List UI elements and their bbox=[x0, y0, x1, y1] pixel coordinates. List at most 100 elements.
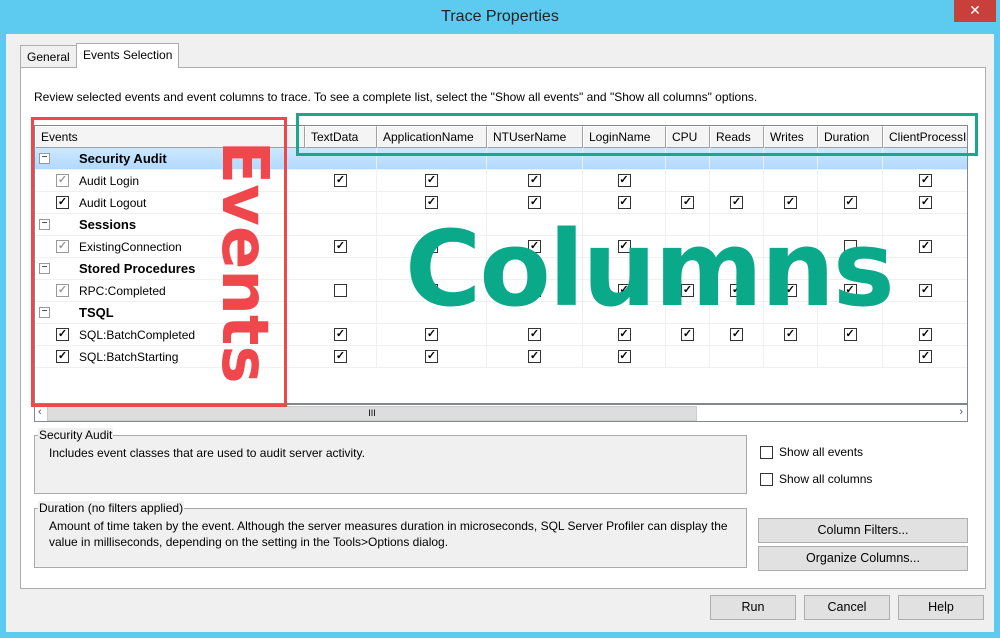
tab-general[interactable]: General bbox=[20, 45, 77, 67]
column-header-clientprocessi[interactable]: ClientProcessI bbox=[883, 126, 967, 148]
event-label: Audit Logout bbox=[79, 196, 147, 210]
show-all-columns-checkbox[interactable]: Show all columns bbox=[760, 472, 873, 487]
event-description-text: Includes event classes that are used to … bbox=[49, 446, 365, 460]
grid-cell bbox=[305, 214, 377, 236]
grid-cell: ✓ bbox=[583, 346, 666, 368]
event-checkbox[interactable]: ✓ bbox=[56, 284, 69, 297]
grid-cell: ✓ bbox=[883, 236, 967, 258]
column-checkbox[interactable]: ✓ bbox=[334, 328, 347, 341]
grid-cell: ✓ bbox=[883, 170, 967, 192]
column-header-cpu[interactable]: CPU bbox=[666, 126, 710, 148]
grid-cell: ✓ bbox=[487, 346, 583, 368]
grid-cell bbox=[666, 170, 710, 192]
column-checkbox[interactable]: ✓ bbox=[528, 174, 541, 187]
column-checkbox[interactable]: ✓ bbox=[425, 350, 438, 363]
column-checkbox[interactable]: ✓ bbox=[919, 350, 932, 363]
event-label: Audit Login bbox=[79, 174, 140, 188]
close-icon: ✕ bbox=[969, 2, 981, 18]
column-checkbox[interactable]: ✓ bbox=[334, 240, 347, 253]
help-button[interactable]: Help bbox=[898, 595, 984, 620]
event-checkbox[interactable]: ✓ bbox=[56, 328, 69, 341]
run-button[interactable]: Run bbox=[710, 595, 796, 620]
column-header-applicationname[interactable]: ApplicationName bbox=[377, 126, 487, 148]
column-description-group: Duration (no filters applied) Amount of … bbox=[34, 501, 747, 568]
collapse-icon[interactable]: − bbox=[39, 307, 50, 318]
grid-cell bbox=[764, 170, 818, 192]
event-checkbox[interactable]: ✓ bbox=[56, 196, 69, 209]
window-title: Trace Properties bbox=[441, 8, 559, 25]
grid-cell bbox=[710, 346, 764, 368]
grid-cell bbox=[818, 170, 883, 192]
show-all-events-label: Show all events bbox=[779, 445, 864, 459]
event-label: SQL:BatchStarting bbox=[79, 350, 179, 364]
column-checkbox[interactable]: ✓ bbox=[425, 174, 438, 187]
grid-cell bbox=[883, 258, 967, 280]
column-checkbox[interactable]: ✓ bbox=[919, 284, 932, 297]
grid-cell bbox=[710, 148, 764, 170]
scroll-right-icon[interactable]: › bbox=[959, 406, 963, 418]
grid-cell bbox=[377, 148, 487, 170]
collapse-icon[interactable]: − bbox=[39, 263, 50, 274]
cancel-button[interactable]: Cancel bbox=[804, 595, 890, 620]
close-button[interactable]: ✕ bbox=[954, 0, 996, 22]
category-label: TSQL bbox=[79, 305, 114, 320]
column-checkbox[interactable]: ✓ bbox=[919, 174, 932, 187]
grid-cell: ✓ bbox=[305, 170, 377, 192]
collapse-icon[interactable]: − bbox=[39, 153, 50, 164]
column-checkbox[interactable]: ✓ bbox=[919, 328, 932, 341]
grid-cell: ✓ bbox=[883, 324, 967, 346]
collapse-icon[interactable]: − bbox=[39, 219, 50, 230]
grid-cell bbox=[764, 148, 818, 170]
category-row[interactable]: − Security Audit bbox=[35, 148, 967, 170]
show-all-columns-label: Show all columns bbox=[779, 472, 873, 486]
grid-cell bbox=[883, 148, 967, 170]
horizontal-scrollbar[interactable]: ‹ III › bbox=[34, 404, 968, 422]
column-header-ntusername[interactable]: NTUserName bbox=[487, 126, 583, 148]
columns-annotation-label: Columns bbox=[405, 208, 895, 330]
category-label: Sessions bbox=[79, 217, 137, 232]
grid-cell bbox=[305, 148, 377, 170]
scroll-left-icon[interactable]: ‹ bbox=[38, 406, 42, 418]
grid-cell: ✓ bbox=[883, 346, 967, 368]
category-label: Security Audit bbox=[79, 151, 167, 166]
grid-cell: ✓ bbox=[305, 324, 377, 346]
grid-cell: ✓ bbox=[487, 170, 583, 192]
show-all-events-checkbox[interactable]: Show all events bbox=[760, 445, 864, 460]
title-bar: Trace Properties ✕ bbox=[0, 0, 1000, 34]
column-header-textdata[interactable]: TextData bbox=[305, 126, 377, 148]
column-description-title: Duration (no filters applied) bbox=[38, 501, 185, 515]
column-filters-button[interactable]: Column Filters... bbox=[758, 518, 968, 543]
grid-cell bbox=[666, 148, 710, 170]
tab-events-selection[interactable]: Events Selection bbox=[76, 43, 180, 68]
event-checkbox[interactable]: ✓ bbox=[56, 240, 69, 253]
event-checkbox[interactable]: ✓ bbox=[56, 350, 69, 363]
column-header-duration[interactable]: Duration bbox=[818, 126, 883, 148]
event-description-group: Security Audit Includes event classes th… bbox=[34, 428, 747, 494]
events-annotation-label: Events bbox=[207, 140, 281, 384]
column-header-writes[interactable]: Writes bbox=[764, 126, 818, 148]
column-checkbox[interactable]: ✓ bbox=[617, 350, 631, 363]
column-checkbox[interactable]: ✓ bbox=[617, 174, 631, 187]
grid-cell bbox=[305, 258, 377, 280]
column-checkbox[interactable]: ✓ bbox=[919, 240, 932, 253]
grid-cell: ✓ bbox=[883, 280, 967, 302]
event-label: ExistingConnection bbox=[79, 240, 182, 254]
event-checkbox[interactable]: ✓ bbox=[56, 174, 69, 187]
column-checkbox[interactable]: ✓ bbox=[919, 196, 932, 209]
column-checkbox[interactable] bbox=[334, 284, 347, 297]
event-label: SQL:BatchCompleted bbox=[79, 328, 196, 342]
organize-columns-button[interactable]: Organize Columns... bbox=[758, 546, 968, 571]
grid-cell bbox=[305, 280, 377, 302]
event-row[interactable]: ✓ ✓ ✓ ✓ ✓ ✓ SQL:BatchStarting bbox=[35, 346, 967, 368]
grid-cell bbox=[305, 302, 377, 324]
column-checkbox[interactable]: ✓ bbox=[334, 174, 347, 187]
grid-cell bbox=[764, 346, 818, 368]
column-checkbox[interactable]: ✓ bbox=[334, 350, 347, 363]
event-row[interactable]: ✓ ✓ ✓ ✓ ✓ ✓ Audit Login bbox=[35, 170, 967, 192]
column-header-reads[interactable]: Reads bbox=[710, 126, 764, 148]
column-checkbox[interactable]: ✓ bbox=[528, 350, 541, 363]
column-description-text: Amount of time taken by the event. Altho… bbox=[49, 519, 728, 549]
scroll-thumb[interactable]: III bbox=[47, 406, 697, 421]
column-header-loginname[interactable]: LoginName bbox=[583, 126, 666, 148]
grid-cell bbox=[666, 346, 710, 368]
